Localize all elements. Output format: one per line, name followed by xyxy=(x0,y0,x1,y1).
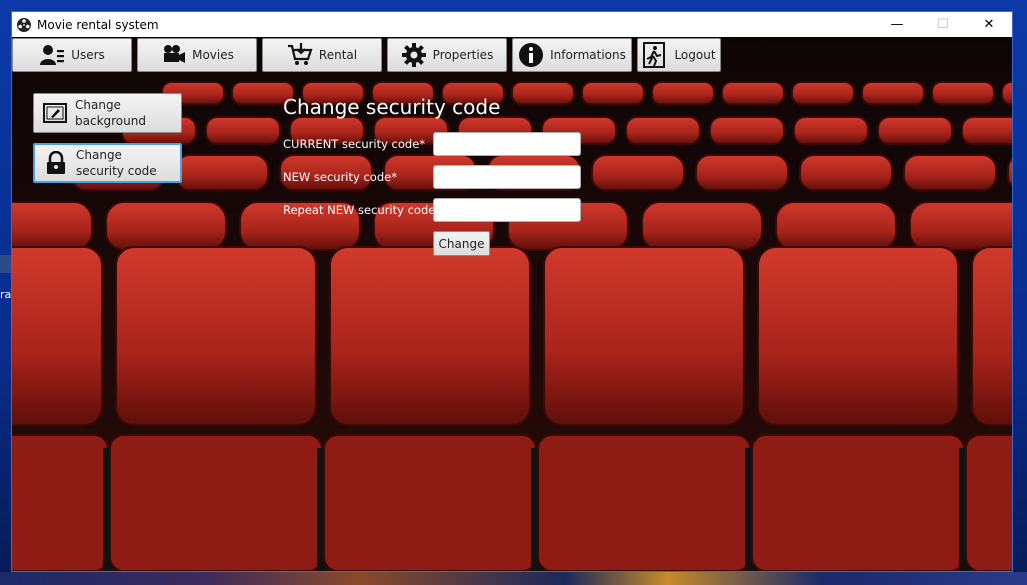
picture-icon xyxy=(43,103,67,123)
seat-back xyxy=(931,81,995,106)
change-background-label-line2: background xyxy=(75,114,146,128)
seat-back xyxy=(877,116,953,146)
gear-icon xyxy=(401,43,426,67)
seat-back xyxy=(115,246,317,427)
seat-back xyxy=(511,81,575,106)
users-button[interactable]: Users xyxy=(12,38,132,72)
seat-back xyxy=(695,154,789,192)
exit-icon xyxy=(643,42,666,68)
seat-cushion xyxy=(109,433,323,571)
seat-back xyxy=(961,116,1012,146)
maximize-button[interactable]: ☐ xyxy=(920,12,966,37)
repeat-code-label: Repeat NEW security code* xyxy=(283,203,442,217)
seat-back xyxy=(641,201,763,251)
minimize-button[interactable]: — xyxy=(874,12,920,37)
seat-back xyxy=(909,201,1012,251)
logout-button[interactable]: Logout xyxy=(637,38,721,72)
seat-back xyxy=(791,81,855,106)
current-code-field[interactable] xyxy=(433,132,581,156)
movies-button[interactable]: Movies xyxy=(137,38,257,72)
change-security-code-label-line1: Change xyxy=(76,148,122,162)
seat-back xyxy=(581,81,645,106)
seat-back xyxy=(329,246,531,427)
seat-back xyxy=(175,154,269,192)
seat-back xyxy=(1001,81,1012,106)
change-background-button[interactable]: Change background xyxy=(33,93,182,133)
new-code-label: NEW security code* xyxy=(283,170,397,184)
seat-back xyxy=(903,154,997,192)
taskbar-strip xyxy=(0,572,1027,585)
seat-back xyxy=(799,154,893,192)
seat-back xyxy=(12,246,103,427)
users-label: Users xyxy=(71,48,105,62)
rental-label: Rental xyxy=(318,48,358,62)
movies-label: Movies xyxy=(192,48,234,62)
new-code-field[interactable] xyxy=(433,165,581,189)
informations-button[interactable]: Informations xyxy=(512,38,632,72)
repeat-code-field[interactable] xyxy=(433,198,581,222)
current-code-label: CURRENT security code* xyxy=(283,137,426,151)
change-button[interactable]: Change xyxy=(433,231,490,256)
logout-label: Logout xyxy=(674,48,716,62)
main-content: Users Movies Rental Properties Informati… xyxy=(12,37,1012,571)
rental-button[interactable]: Rental xyxy=(262,38,382,72)
properties-button[interactable]: Properties xyxy=(387,38,507,72)
seat-back xyxy=(625,116,701,146)
seat-back xyxy=(775,201,897,251)
app-window: Movie rental system — ☐ ✕ Users Movies R… xyxy=(11,11,1013,572)
seat-back xyxy=(12,201,93,251)
seat-back xyxy=(591,154,685,192)
informations-label: Informations xyxy=(550,48,626,62)
seat-back xyxy=(651,81,715,106)
change-security-code-label-line2: security code xyxy=(76,164,157,178)
seat-back xyxy=(709,116,785,146)
seat-cushion xyxy=(965,433,1012,571)
seat-back xyxy=(757,246,959,427)
lock-icon xyxy=(47,151,65,174)
seat-back xyxy=(971,246,1012,427)
seat-back xyxy=(793,116,869,146)
users-icon xyxy=(40,45,65,65)
shopping-cart-icon xyxy=(287,43,313,65)
seat-cushion xyxy=(537,433,751,571)
close-button[interactable]: ✕ xyxy=(966,12,1012,37)
change-security-code-button[interactable]: Change security code xyxy=(33,143,182,183)
film-reel-icon xyxy=(17,17,31,32)
seat-cushion xyxy=(12,433,109,571)
properties-label: Properties xyxy=(432,48,494,62)
seat-cushion xyxy=(323,433,537,571)
seat-back xyxy=(105,201,227,251)
seat-back xyxy=(861,81,925,106)
seat-back xyxy=(721,81,785,106)
movie-camera-icon xyxy=(164,45,186,63)
page-title: Change security code xyxy=(283,95,501,119)
main-toolbar: Users Movies Rental Properties Informati… xyxy=(12,37,1012,73)
info-icon xyxy=(519,43,544,67)
window-title: Movie rental system xyxy=(37,17,159,32)
change-background-label-line1: Change xyxy=(75,98,121,112)
seat-cushion xyxy=(751,433,965,571)
title-bar[interactable]: Movie rental system — ☐ ✕ xyxy=(12,12,1012,37)
seat-back xyxy=(205,116,281,146)
seat-back xyxy=(543,246,745,427)
